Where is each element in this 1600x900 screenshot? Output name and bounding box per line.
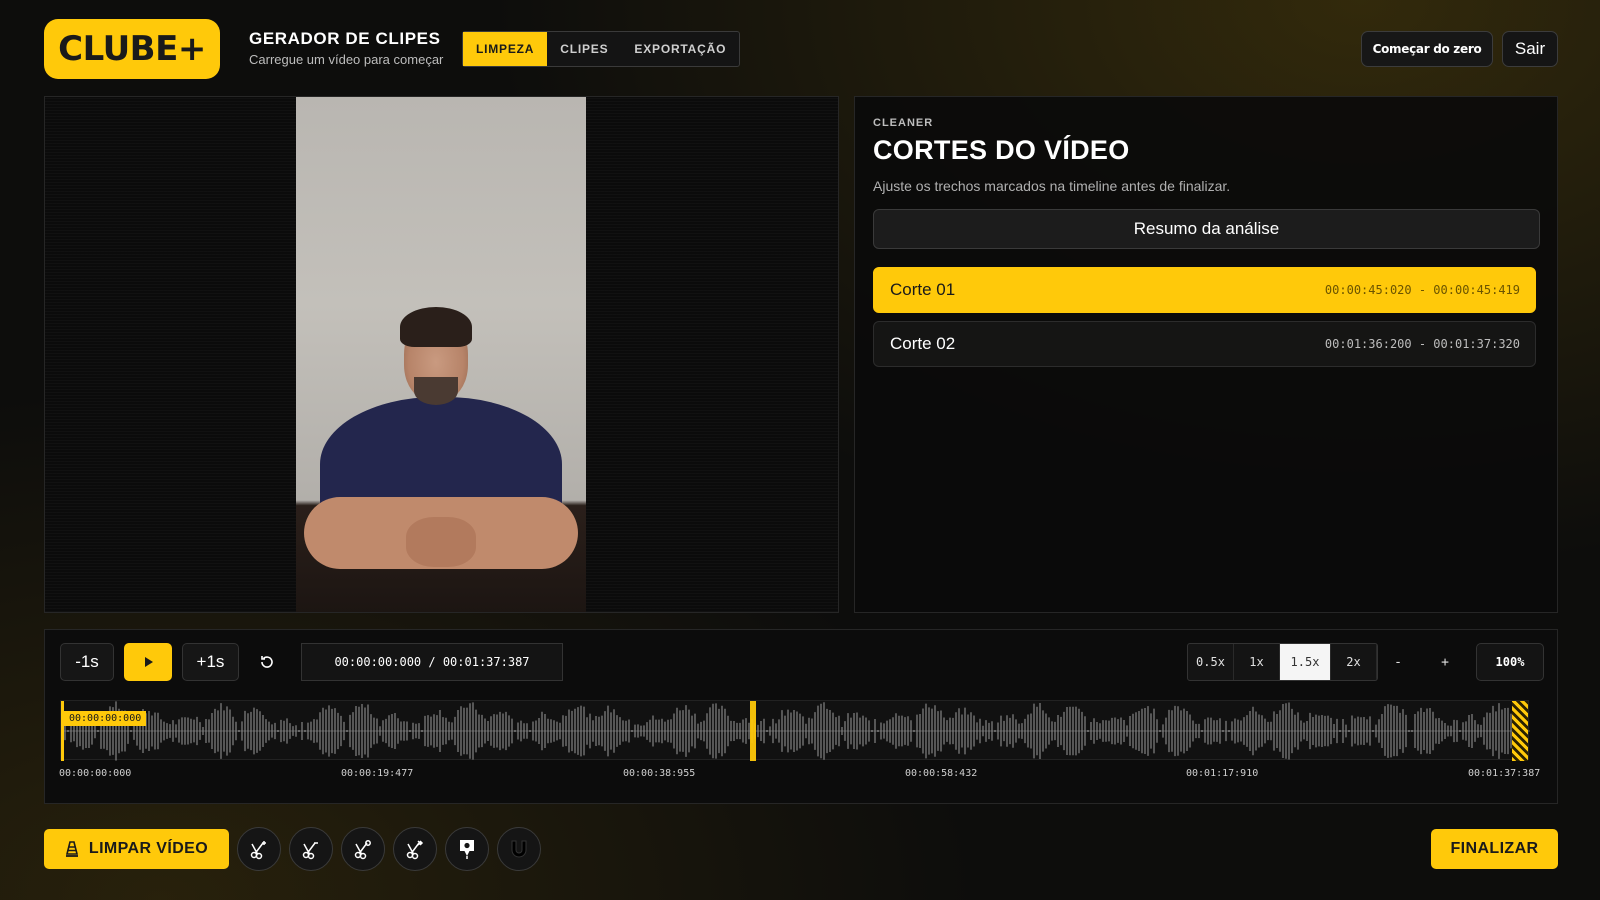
video-person-beard — [414, 377, 458, 405]
panel-description: Ajuste os trechos marcados na timeline a… — [873, 178, 1231, 194]
exit-button[interactable]: Sair — [1502, 31, 1558, 67]
zoom-in-button[interactable]: + — [1423, 643, 1467, 681]
app-title-block: GERADOR DE CLIPES Carregue um vídeo para… — [249, 29, 443, 67]
speed-selector: 0.5x 1x 1.5x 2x — [1187, 643, 1378, 681]
zoom-out-button[interactable]: - — [1376, 643, 1420, 681]
tick-label: 00:00:00:000 — [59, 768, 132, 779]
snap-magnet-button[interactable] — [497, 827, 541, 871]
tab-limpeza[interactable]: LIMPEZA — [463, 32, 548, 66]
cut-marker-02[interactable] — [1512, 701, 1528, 761]
logo: CLUBE+ — [44, 19, 220, 79]
cut-item-01[interactable]: Corte 01 00:00:45:020 - 00:00:45:419 — [873, 267, 1536, 313]
rotate-ccw-icon — [261, 656, 273, 668]
remove-cut-button[interactable] — [289, 827, 333, 871]
scissors-minus-icon — [302, 842, 318, 860]
speed-1-5x[interactable]: 1.5x — [1280, 644, 1331, 680]
waveform — [61, 701, 1530, 761]
time-display: 00:00:00:000 / 00:01:37:387 — [301, 643, 563, 681]
add-cut-button[interactable] — [237, 827, 281, 871]
start-over-button[interactable]: Começar do zero — [1361, 31, 1493, 67]
panel-eyebrow: CLEANER — [873, 117, 934, 129]
timeline-panel: -1s +1s 00:00:00:000 / 00:01:37:387 0.5x… — [44, 629, 1558, 804]
next-cut-button[interactable] — [393, 827, 437, 871]
panel-title: CORTES DO VÍDEO — [873, 135, 1130, 165]
magnet-icon — [511, 840, 527, 858]
playhead-time-label: 00:00:00:000 — [64, 711, 147, 726]
zoom-level: 100% — [1476, 643, 1544, 681]
scissors-plus-icon — [250, 841, 266, 860]
cut-name: Corte 02 — [890, 334, 956, 353]
clear-cuts-button[interactable] — [341, 827, 385, 871]
clean-video-label: LIMPAR VÍDEO — [88, 840, 209, 857]
tab-exportacao[interactable]: EXPORTAÇÃO — [621, 32, 739, 66]
cut-item-02[interactable]: Corte 02 00:01:36:200 - 00:01:37:320 — [873, 321, 1536, 367]
finish-button[interactable]: FINALIZAR — [1431, 829, 1558, 869]
video-frame — [296, 97, 586, 612]
tick-label: 00:00:19:477 — [341, 768, 414, 779]
step-tabs: LIMPEZA CLIPES EXPORTAÇÃO — [462, 31, 741, 67]
cut-marker-01[interactable] — [750, 701, 756, 761]
tick-label: 00:01:17:910 — [1186, 768, 1259, 779]
tick-label: 00:00:38:955 — [623, 768, 696, 779]
speed-1x[interactable]: 1x — [1234, 644, 1280, 680]
scissors-close-icon — [354, 840, 371, 860]
map-pin-icon — [460, 840, 474, 859]
play-button[interactable] — [124, 643, 172, 681]
playhead[interactable] — [61, 701, 64, 761]
video-person-hands — [406, 517, 476, 567]
tab-clipes[interactable]: CLIPES — [547, 32, 621, 66]
tick-label: 00:01:37:387 — [1468, 768, 1541, 779]
add-marker-button[interactable] — [445, 827, 489, 871]
cut-range: 00:00:45:020 - 00:00:45:419 — [1324, 283, 1520, 297]
scissors-next-icon — [406, 840, 424, 860]
reset-playback-button[interactable] — [247, 643, 287, 681]
cut-range: 00:01:36:200 - 00:01:37:320 — [1324, 337, 1520, 351]
forward-1s-button[interactable]: +1s — [182, 643, 239, 681]
analysis-summary-button[interactable]: Resumo da análise — [873, 209, 1540, 249]
play-icon — [145, 657, 153, 667]
video-person-hair — [400, 307, 472, 347]
cone-icon — [65, 841, 78, 857]
speed-0-5x[interactable]: 0.5x — [1188, 644, 1234, 680]
cut-name: Corte 01 — [890, 280, 956, 299]
back-1s-button[interactable]: -1s — [60, 643, 114, 681]
tick-label: 00:00:58:432 — [905, 768, 978, 779]
clean-video-button[interactable]: LIMPAR VÍDEO — [44, 829, 229, 869]
app-subtitle: Carregue um vídeo para começar — [249, 52, 444, 67]
video-player[interactable] — [44, 96, 839, 613]
timeline-track[interactable]: 00:00:00:000 — [60, 700, 1530, 761]
app-title: GERADOR DE CLIPES — [249, 29, 441, 48]
cuts-panel: CLEANER CORTES DO VÍDEO Ajuste os trecho… — [854, 96, 1558, 613]
speed-2x[interactable]: 2x — [1331, 644, 1377, 680]
